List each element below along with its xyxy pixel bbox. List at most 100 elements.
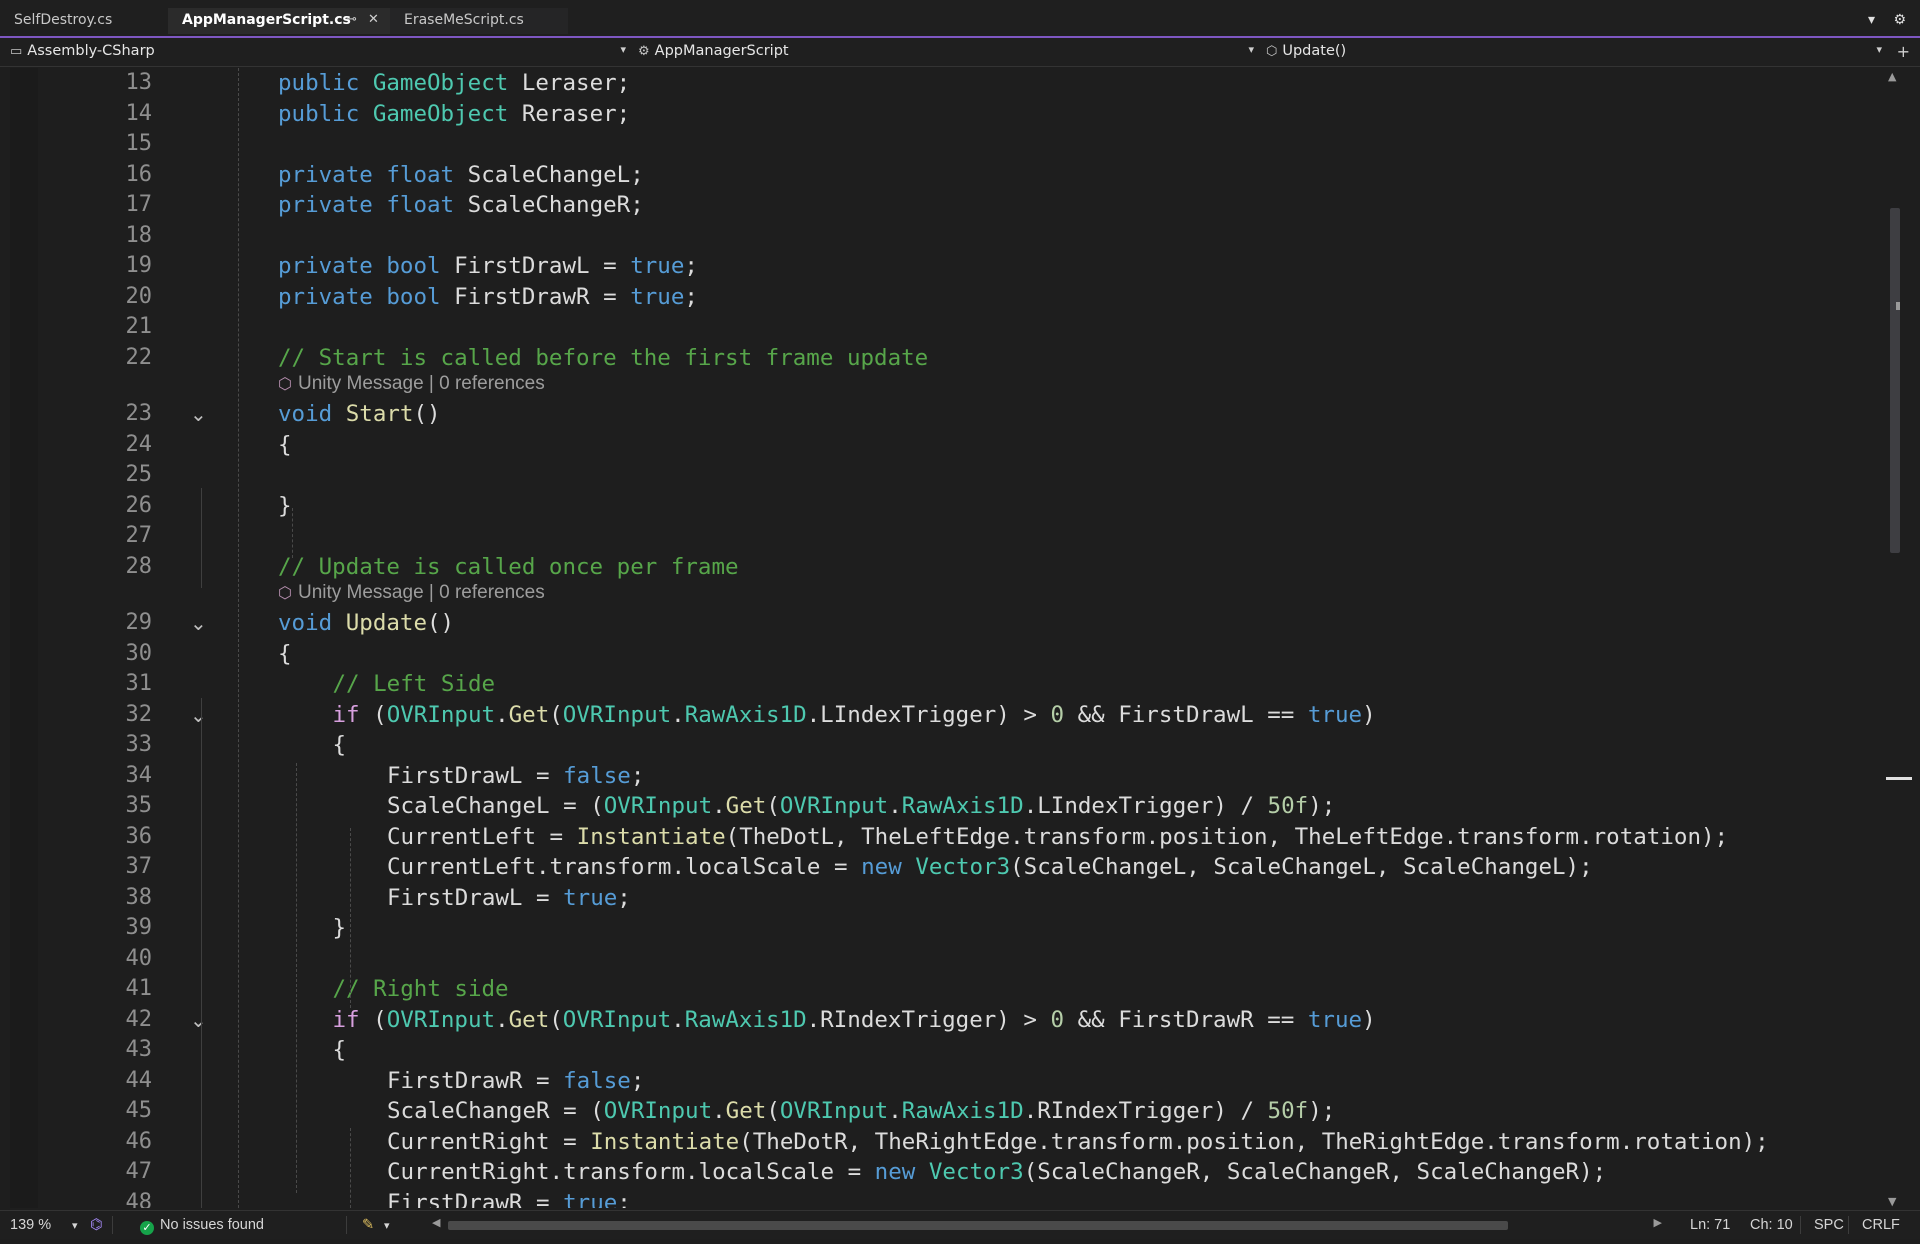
pin-icon[interactable]: ⊸ [346, 12, 357, 27]
code-text: // Left Side [333, 669, 496, 699]
code-line[interactable]: 17 private float ScaleChangeR; [10, 190, 1870, 220]
code-text: public GameObject Leraser; [278, 68, 630, 98]
zoom-dropdown-icon[interactable]: ▾ [72, 1219, 78, 1232]
code-line[interactable]: 28 // Update is called once per frame [10, 552, 1870, 582]
code-token: true [563, 1189, 618, 1209]
code-line[interactable]: 40 [10, 944, 1870, 974]
code-line[interactable]: 44 FirstDrawR = false; [10, 1066, 1870, 1096]
code-line[interactable]: 36 CurrentLeft = Instantiate(TheDotL, The… [10, 822, 1870, 852]
code-token: CurrentRight = [387, 1128, 591, 1155]
code-line[interactable]: 33 { [10, 730, 1870, 760]
code-line[interactable]: 45 ScaleChangeR = (OVRInput.Get(OVRInput.… [10, 1096, 1870, 1126]
code-token: () [427, 610, 455, 636]
code-line[interactable]: 30 { [10, 639, 1870, 669]
split-editor-icon[interactable]: + [1897, 42, 1910, 61]
line-number[interactable]: Ln: 71 [1690, 1217, 1730, 1233]
code-line[interactable]: 32 ⌄ if (OVRInput.Get(OVRInput.RawAxis1D.L… [10, 700, 1870, 730]
fold-chevron-icon[interactable]: ⌄ [190, 401, 212, 427]
codelens-references[interactable]: ⬡ Unity Message | 0 references [278, 371, 545, 398]
line-endings[interactable]: CRLF [1862, 1217, 1900, 1233]
line-number: 31 [125, 671, 153, 696]
code-token: // Start is called before the first fram… [278, 344, 929, 371]
scroll-right-icon[interactable]: ▶ [1654, 1216, 1662, 1229]
code-token: ; [617, 1189, 631, 1209]
code-line[interactable]: 18 [10, 221, 1870, 251]
code-line[interactable]: 20 private bool FirstDrawR = true; [10, 282, 1870, 312]
zoom-level[interactable]: 139 % [10, 1217, 51, 1233]
code-line[interactable]: 31 // Left Side [10, 669, 1870, 699]
code-text: { [333, 730, 347, 760]
code-line[interactable]: 16 private float ScaleChangeL; [10, 160, 1870, 190]
code-line[interactable]: 15 [10, 129, 1870, 159]
code-line[interactable]: 19 private bool FirstDrawL = true; [10, 251, 1870, 281]
code-token: ( [766, 1098, 780, 1124]
code-cleanup-icon[interactable]: ✎ [362, 1217, 374, 1233]
horizontal-scrollbar[interactable]: ◀ ▶ [432, 1216, 1662, 1231]
tab-erasemescript[interactable]: EraseMeScript.cs [390, 8, 568, 34]
code-token: ( [549, 701, 563, 728]
fold-chevron-icon[interactable]: ⌄ [190, 610, 212, 636]
code-token: (ScaleChangeL, ScaleChangeL, ScaleChange… [1010, 854, 1593, 880]
member-dropdown[interactable]: ⬡ Update() ▾ [1266, 40, 1888, 64]
code-line[interactable]: 35 ScaleChangeL = (OVRInput.Get(OVRInput.… [10, 791, 1870, 821]
code-line[interactable]: 39} [10, 913, 1870, 943]
indent-mode[interactable]: SPC [1814, 1217, 1844, 1233]
code-line[interactable]: 38 FirstDrawL = true; [10, 883, 1870, 913]
code-line[interactable]: 29 ⌄ void Update() [10, 608, 1870, 638]
line-number: 39 [125, 915, 153, 940]
code-token: 50f [1267, 793, 1309, 819]
copilot-icon[interactable]: ⌬ [90, 1217, 103, 1233]
scroll-up-icon[interactable]: ▲ [1888, 70, 1896, 83]
code-line[interactable]: 26} [10, 491, 1870, 521]
code-token: true [630, 253, 685, 279]
scrollbar-thumb[interactable] [448, 1221, 1508, 1230]
scroll-down-icon[interactable]: ▼ [1888, 1195, 1896, 1208]
code-line[interactable]: 14 public GameObject Reraser; [10, 99, 1870, 129]
code-line[interactable]: 27 [10, 521, 1870, 551]
chevron-down-icon[interactable]: ▾ [1868, 12, 1875, 28]
codelens-references[interactable]: ⬡ Unity Message | 0 references [278, 580, 545, 607]
tab-appmanagerscript[interactable]: AppManagerScript.cs ⊸ ✕ [168, 8, 390, 34]
vertical-scrollbar[interactable]: ▲ ▼ [1886, 70, 1912, 1210]
code-token: ScaleChangeL; [454, 161, 644, 188]
code-line[interactable]: 22 // Start is called before the first fr… [10, 343, 1870, 373]
code-line[interactable]: 48 FirstDrawR = true; [10, 1188, 1870, 1209]
code-line[interactable]: 21 [10, 312, 1870, 342]
code-text: FirstDrawR = true; [387, 1188, 631, 1209]
code-line[interactable]: 41 // Right side [10, 974, 1870, 1004]
code-line[interactable]: 34 FirstDrawL = false; [10, 761, 1870, 791]
code-line[interactable]: 42 ⌄ if (OVRInput.Get(OVRInput.RawAxis1D.R… [10, 1005, 1870, 1035]
code-line[interactable]: 25 [10, 460, 1870, 490]
code-line[interactable]: 24 { [10, 430, 1870, 460]
class-dropdown[interactable]: ⚙ AppManagerScript ▾ [638, 40, 1260, 64]
code-editor[interactable]: 13 public GameObject Leraser; 14 public Gam… [10, 68, 1882, 1208]
code-line[interactable]: 23 ⌄ void Start() [10, 399, 1870, 429]
code-line[interactable]: 13 public GameObject Leraser; [10, 68, 1870, 98]
code-text: private float ScaleChangeR; [278, 190, 644, 220]
tab-label: EraseMeScript.cs [404, 12, 524, 28]
line-number: 24 [125, 431, 153, 457]
code-line[interactable]: 37 CurrentLeft.transform.localScale = new… [10, 852, 1870, 882]
code-token: .RIndexTrigger) / [1023, 1098, 1268, 1124]
code-line[interactable]: 43 { [10, 1035, 1870, 1065]
issues-indicator[interactable]: ✓ No issues found [140, 1217, 264, 1235]
code-line[interactable]: 46 CurrentRight = Instantiate(TheDotR, Th… [10, 1127, 1870, 1157]
scroll-left-icon[interactable]: ◀ [432, 1216, 440, 1229]
tab-selfdestroy[interactable]: SelfDestroy.cs [0, 8, 168, 34]
code-token: CurrentRight.transform.localScale = [387, 1159, 875, 1185]
code-token: (TheDotL, TheLeftEdge.transform.position… [725, 823, 1729, 850]
project-icon: ▭ [10, 44, 23, 59]
project-dropdown[interactable]: ▭ Assembly-CSharp ▾ [10, 40, 632, 64]
line-number: 30 [125, 640, 153, 666]
chevron-down-icon[interactable]: ▾ [384, 1219, 390, 1232]
line-number: 16 [125, 161, 153, 187]
scrollbar-thumb[interactable] [1890, 208, 1900, 553]
gear-icon[interactable]: ⚙ [1893, 12, 1906, 28]
code-line[interactable]: 47 CurrentRight.transform.localScale = ne… [10, 1157, 1870, 1187]
column-number[interactable]: Ch: 10 [1750, 1217, 1793, 1233]
code-token: if [332, 1006, 360, 1033]
code-token: .LIndexTrigger) / [1023, 793, 1268, 819]
close-icon[interactable]: ✕ [368, 12, 379, 27]
